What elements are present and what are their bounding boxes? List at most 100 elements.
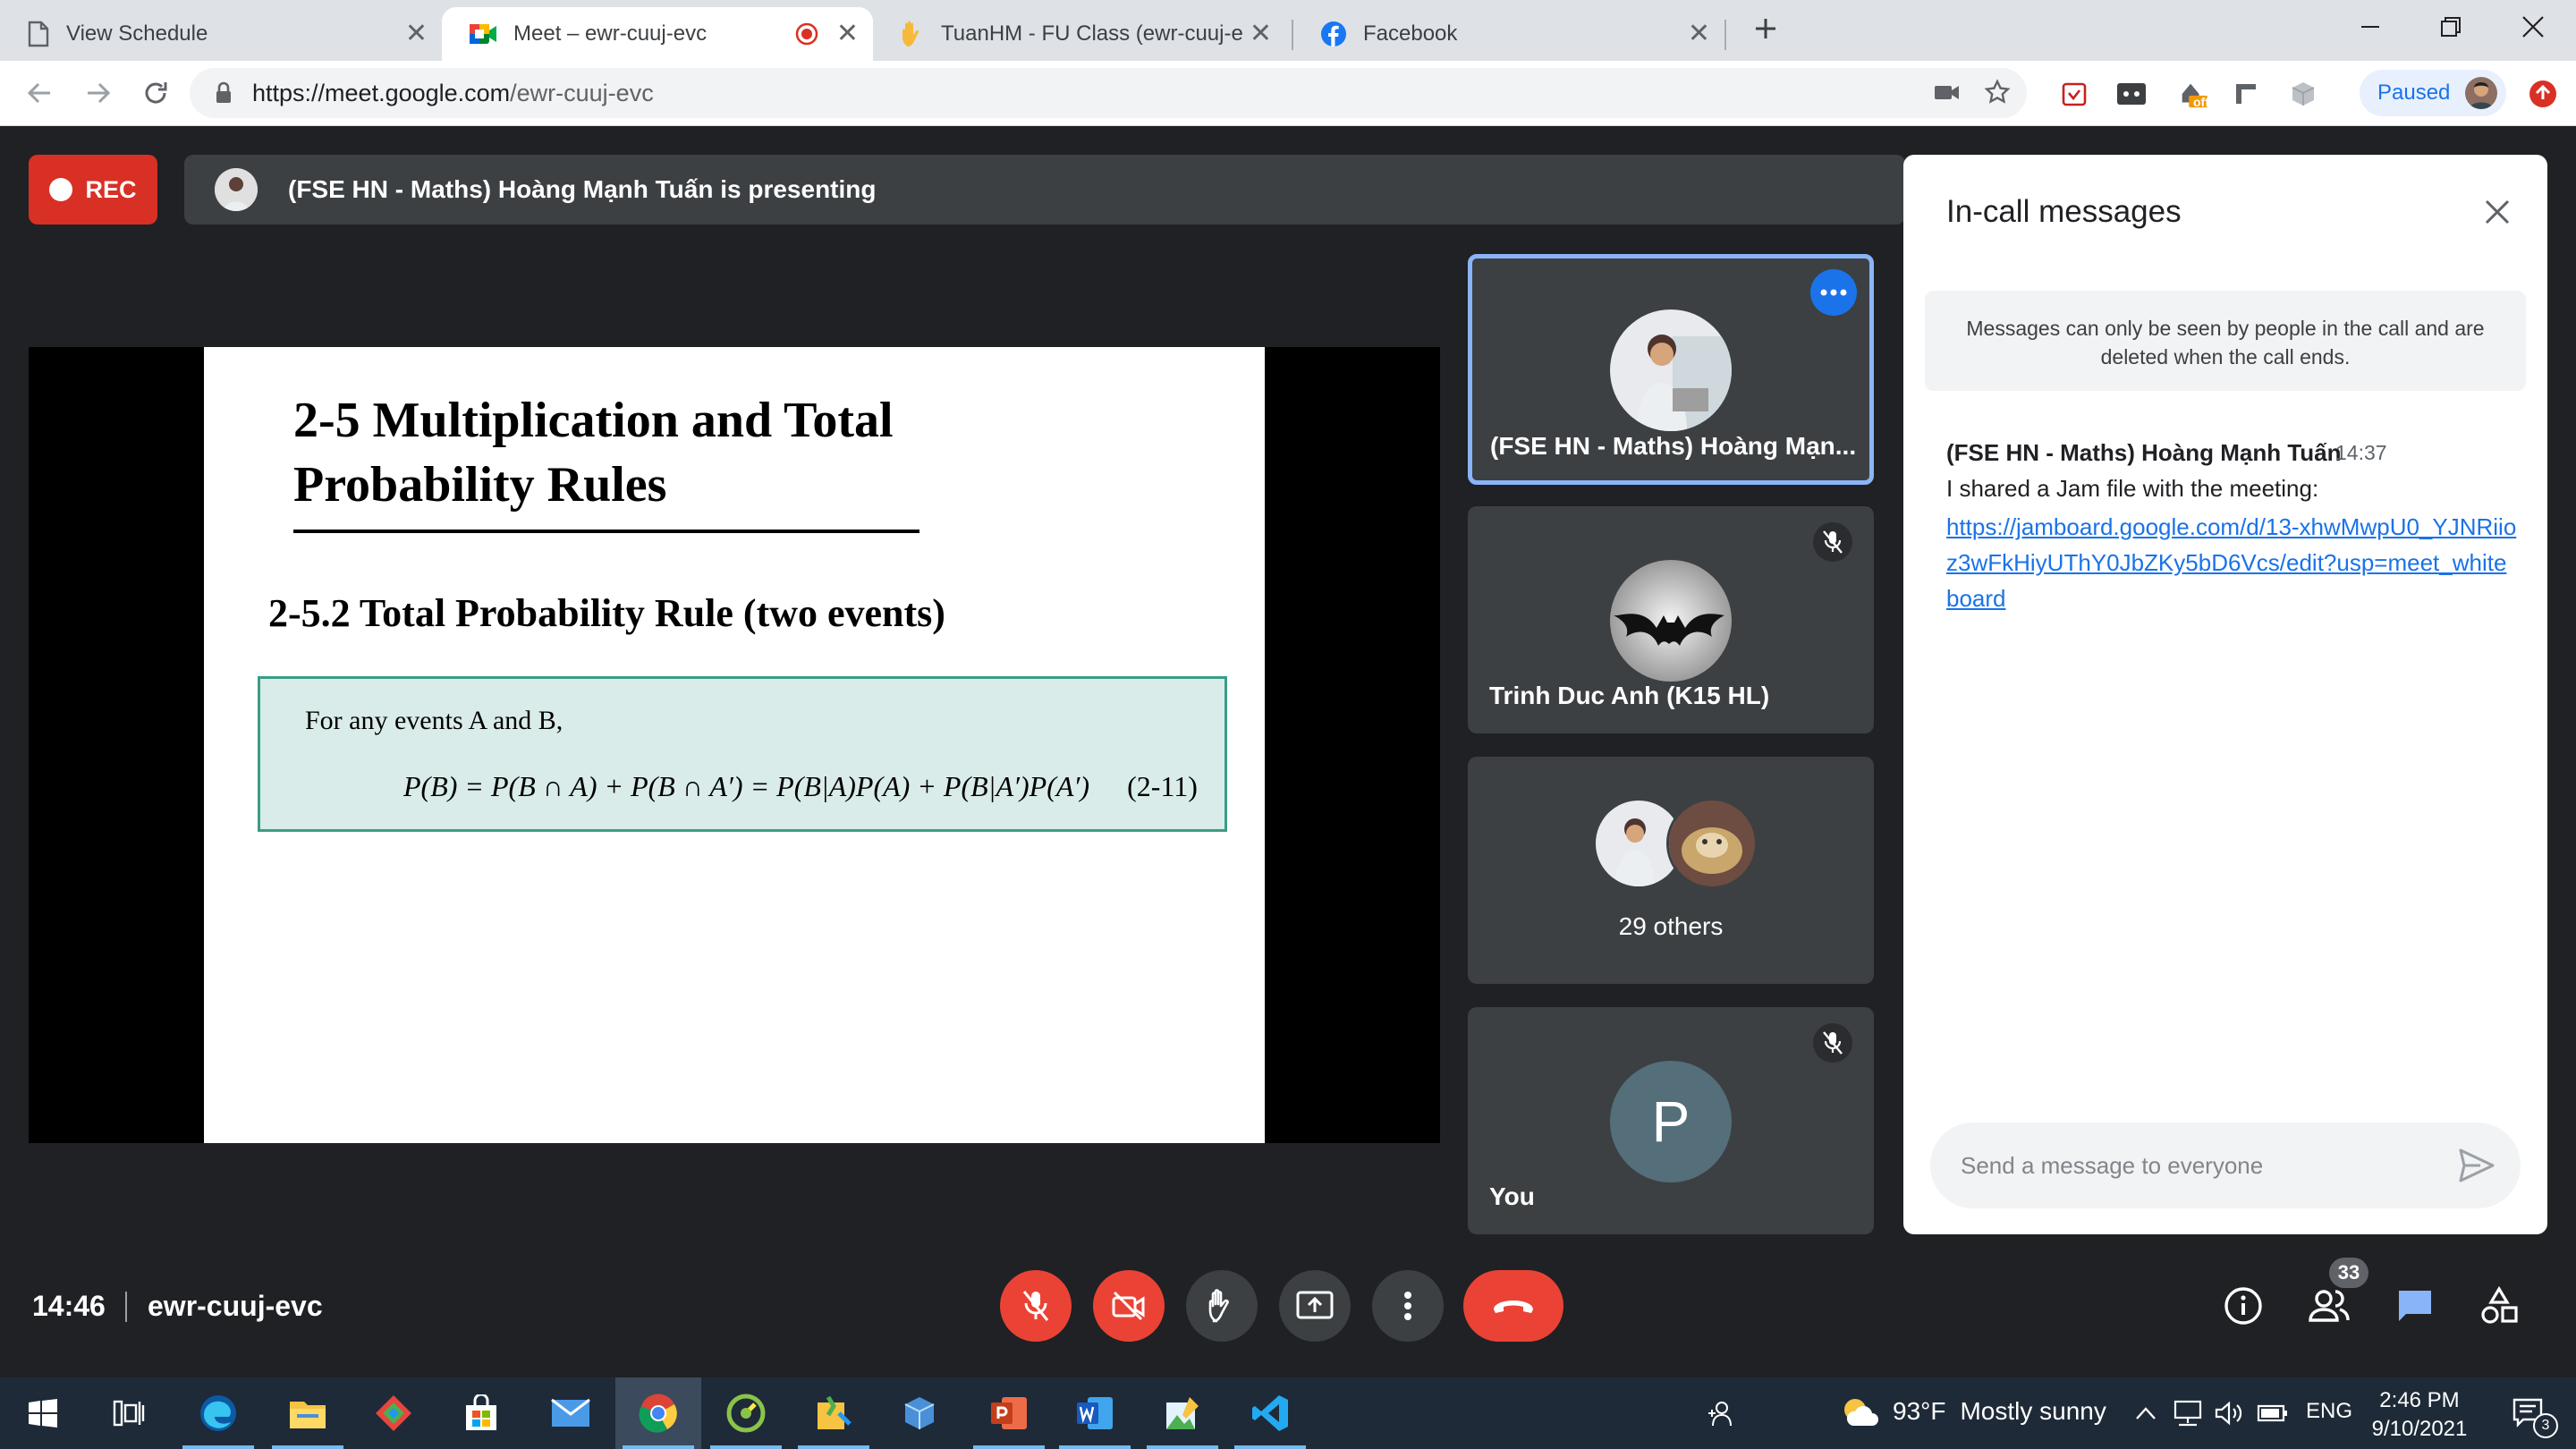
chat-input-container (1930, 1123, 2521, 1208)
extension-calendar-icon[interactable] (2059, 79, 2089, 109)
profile-avatar (2465, 77, 2497, 109)
info-icon (2224, 1287, 2262, 1325)
taskbar-app-powerpoint[interactable] (966, 1377, 1052, 1449)
windows-taskbar: 93°F Mostly sunny ENG 2:46 PM 9/10/2021 … (0, 1377, 2576, 1449)
participant-tile-you[interactable]: P You (1468, 1007, 1874, 1234)
restore-button[interactable] (2424, 9, 2478, 45)
weather-widget[interactable]: 93°F Mostly sunny (1841, 1395, 2106, 1428)
powerpoint-icon (991, 1397, 1027, 1429)
tab-divider (1724, 20, 1726, 50)
taskbar-app-file-explorer[interactable] (265, 1377, 351, 1449)
presentation-slide: 2-5 Multiplication and Total Probability… (204, 347, 1265, 1143)
profile-status-chip[interactable]: Paused (2360, 70, 2506, 116)
show-hidden-icons-button[interactable] (2127, 1377, 2165, 1449)
tab-tuanhm-class[interactable]: TuanHM - FU Class (ewr-cuuj-evc ✕ (873, 7, 1286, 61)
taskbar-app-mail[interactable] (528, 1377, 614, 1449)
tab-view-schedule[interactable]: View Schedule ✕ (0, 7, 442, 61)
taskbar-app-snipping[interactable] (351, 1377, 436, 1449)
update-icon[interactable] (2528, 79, 2558, 109)
tab-meet[interactable]: Meet – ewr-cuuj-evc ✕ (442, 7, 873, 61)
star-icon[interactable] (1984, 79, 2011, 106)
microphone-toggle-button[interactable] (1000, 1270, 1072, 1342)
facebook-icon (1320, 21, 1347, 47)
extension-cube-icon[interactable] (2288, 79, 2318, 109)
participant-tile-presenter[interactable]: (FSE HN - Maths) Hoàng Mạn... (1468, 254, 1874, 485)
reload-button[interactable] (136, 73, 175, 113)
camera-icon[interactable] (1934, 80, 1961, 104)
close-icon[interactable]: ✕ (836, 21, 859, 47)
taskbar-app-vscode[interactable] (1227, 1377, 1313, 1449)
task-view-button[interactable] (86, 1377, 172, 1449)
running-indicator (623, 1445, 694, 1449)
camera-toggle-button[interactable] (1093, 1270, 1165, 1342)
extension-flag-icon[interactable] (2231, 79, 2261, 109)
windows-logo-icon (29, 1399, 57, 1428)
extension-off-icon[interactable]: off (2177, 79, 2209, 109)
participant-name: 29 others (1618, 912, 1724, 940)
tools-icon (818, 1395, 852, 1429)
taskbar-app-word[interactable] (1052, 1377, 1138, 1449)
chat-message-input[interactable] (1959, 1150, 2445, 1181)
forward-button[interactable] (79, 73, 118, 113)
taskbar-app-virtualbox[interactable] (877, 1377, 962, 1449)
taskbar-app-chrome[interactable] (615, 1377, 701, 1449)
input-language[interactable]: ENG (2306, 1399, 2352, 1424)
extension-dots-icon[interactable] (2116, 79, 2147, 109)
task-view-icon (113, 1400, 145, 1427)
close-icon[interactable]: ✕ (405, 21, 428, 47)
present-now-button[interactable] (1279, 1270, 1351, 1342)
running-indicator (798, 1445, 869, 1449)
lock-icon (215, 81, 233, 105)
avatar-letter: P (1651, 1089, 1690, 1154)
new-tab-button[interactable] (1739, 11, 1792, 47)
address-bar[interactable]: https://meet.google.com/ewr-cuuj-evc (190, 68, 2027, 118)
close-icon[interactable]: ✕ (1250, 21, 1272, 47)
minimize-button[interactable] (2343, 9, 2397, 45)
leave-call-button[interactable] (1463, 1270, 1563, 1342)
activities-button[interactable] (2474, 1281, 2524, 1331)
taskbar-app-tools[interactable] (791, 1377, 877, 1449)
running-indicator (182, 1445, 254, 1449)
chat-button[interactable] (2390, 1281, 2440, 1331)
taskbar-app-paint[interactable] (1140, 1377, 1225, 1449)
start-button[interactable] (0, 1377, 86, 1449)
people-button[interactable] (2304, 1281, 2354, 1331)
battery-button[interactable] (2252, 1377, 2293, 1449)
taskbar-app-greenshot[interactable] (703, 1377, 789, 1449)
message-link[interactable]: https://jamboard.google.com/d/13-xhwMwpU… (1946, 509, 2519, 616)
taskbar-app-edge[interactable] (175, 1377, 261, 1449)
taskbar-app-store[interactable] (438, 1377, 524, 1449)
recording-label: REC (85, 175, 137, 203)
hand-icon (1208, 1289, 1229, 1323)
cube-icon (904, 1397, 935, 1429)
presenting-text: (FSE HN - Maths) Hoàng Mạnh Tuấn is pres… (288, 175, 877, 203)
sunny-cloud-icon (1844, 1399, 1878, 1426)
greenshot-icon (726, 1394, 766, 1433)
speaker-icon (2215, 1401, 2242, 1426)
close-panel-button[interactable] (2479, 194, 2515, 230)
volume-button[interactable] (2209, 1377, 2249, 1449)
participant-tile-others[interactable]: 29 others (1468, 757, 1874, 984)
system-date: 9/10/2021 (2371, 1417, 2468, 1441)
tab-facebook[interactable]: Facebook ✕ (1293, 7, 1724, 61)
more-options-button[interactable] (1810, 269, 1857, 316)
meeting-details-button[interactable] (2218, 1281, 2268, 1331)
system-clock[interactable]: 2:46 PM 9/10/2021 (2370, 1386, 2469, 1444)
slide-box-intro: For any events A and B, (305, 706, 564, 735)
network-button[interactable] (2168, 1377, 2207, 1449)
people-icon (1708, 1402, 1732, 1427)
arrow-left-icon (27, 82, 50, 104)
close-icon[interactable]: ✕ (1688, 21, 1710, 47)
battery-charging-icon (2257, 1404, 2287, 1422)
more-options-button[interactable] (1372, 1270, 1444, 1342)
recording-badge: REC (29, 155, 157, 225)
send-icon[interactable] (2458, 1148, 2496, 1183)
people-tray-button[interactable] (1680, 1377, 1760, 1449)
participant-tile-trinh-duc-anh[interactable]: Trinh Duc Anh (K15 HL) (1468, 506, 1874, 733)
close-window-button[interactable] (2506, 9, 2560, 45)
raise-hand-button[interactable] (1186, 1270, 1258, 1342)
chat-notice: Messages can only be seen by people in t… (1925, 291, 2526, 391)
participant-name: Trinh Duc Anh (K15 HL) (1489, 682, 1770, 709)
back-button[interactable] (20, 73, 59, 113)
notification-center-button[interactable]: 3 (2496, 1377, 2563, 1449)
